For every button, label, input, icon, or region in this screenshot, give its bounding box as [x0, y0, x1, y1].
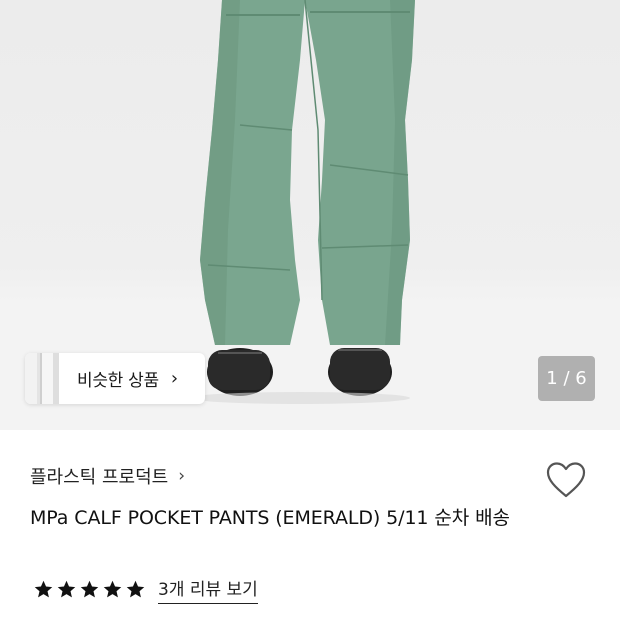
heart-icon[interactable] — [545, 460, 587, 500]
rating-stars — [33, 579, 146, 600]
brand-name: 플라스틱 프로덕트 — [30, 467, 169, 488]
star-icon — [57, 580, 76, 598]
similar-products-button[interactable]: 비슷한 상품 › — [25, 353, 205, 404]
brand-link[interactable]: 플라스틱 프로덕트 › — [30, 463, 185, 489]
star-icon — [126, 580, 145, 598]
star-icon — [34, 580, 53, 598]
similar-products-thumbnail — [25, 353, 59, 404]
product-title: MPa CALF POCKET PANTS (EMERALD) 5/11 순차 … — [30, 507, 510, 529]
chevron-right-icon: › — [178, 466, 186, 486]
star-icon — [80, 580, 99, 598]
rating-row: 3개 리뷰 보기 — [33, 575, 258, 604]
chevron-right-icon: › — [170, 368, 179, 389]
product-image-gallery[interactable]: 비슷한 상품 › 1 / 6 — [0, 0, 620, 430]
image-counter: 1 / 6 — [538, 356, 595, 401]
star-icon — [103, 580, 122, 598]
review-link[interactable]: 3개 리뷰 보기 — [158, 575, 258, 604]
similar-products-label: 비슷한 상품 — [77, 371, 159, 391]
